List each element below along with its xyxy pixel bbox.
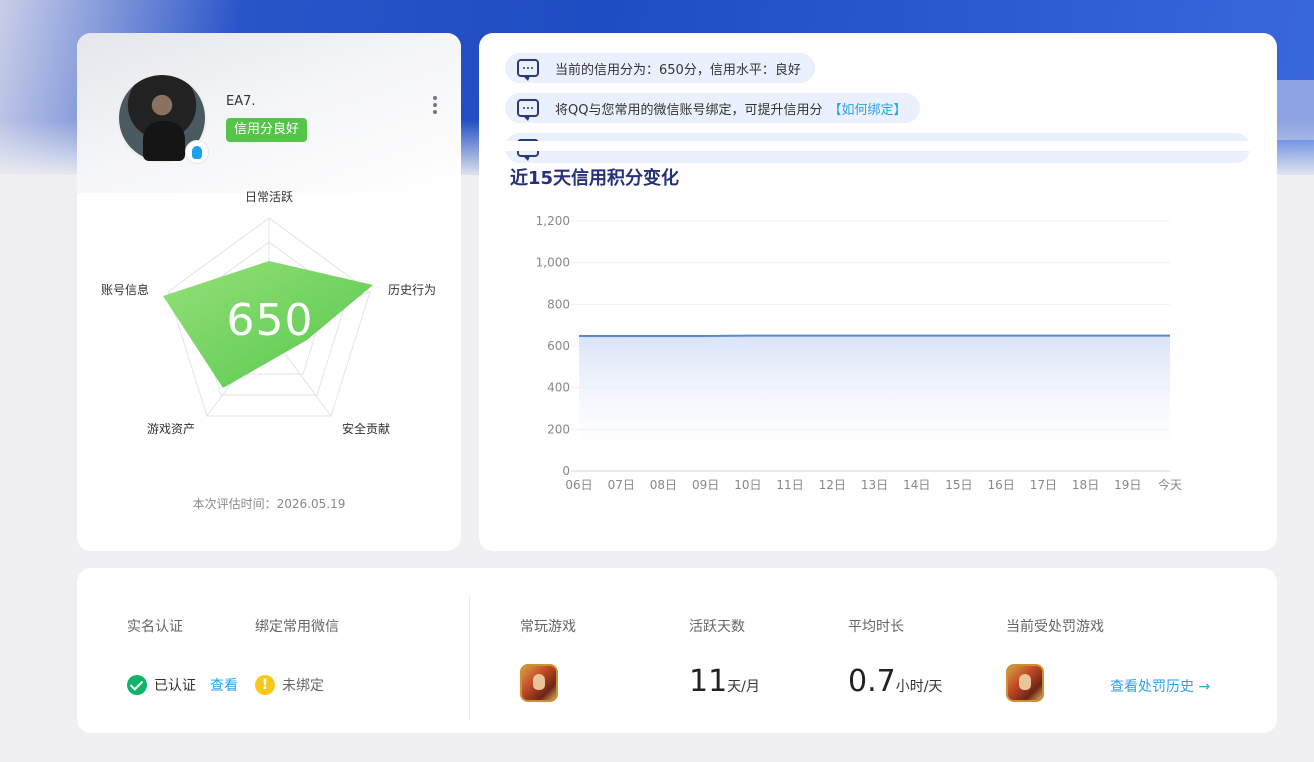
- average-duration-heading: 平均时长: [848, 619, 904, 635]
- wechat-binding-heading: 绑定常用微信: [255, 619, 339, 635]
- radar-label-history: 历史行为: [388, 283, 437, 297]
- radar-label-account-info: 账号信息: [101, 283, 150, 297]
- radar-label-daily-activity: 日常活跃: [245, 190, 294, 204]
- y-tick-label: 600: [547, 339, 570, 353]
- x-tick-label: 17日: [1030, 478, 1057, 492]
- x-tick-label: 12日: [819, 478, 846, 492]
- wechat-binding-status: ! 未绑定: [255, 675, 324, 695]
- x-tick-label: 今天: [1158, 477, 1182, 492]
- verification-status: 已认证 查看: [127, 675, 238, 695]
- active-days-stat: 11天/月: [689, 664, 760, 699]
- average-duration-stat: 0.7小时/天: [848, 664, 942, 699]
- username: EA7.: [226, 94, 256, 109]
- divider: [469, 596, 470, 720]
- penalized-game-icon[interactable]: [1006, 664, 1044, 702]
- average-duration-value: 0.7: [848, 664, 896, 699]
- x-tick-label: 19日: [1114, 478, 1141, 492]
- y-tick-label: 400: [547, 381, 570, 395]
- y-tick-label: 200: [547, 422, 570, 436]
- average-duration-unit: 小时/天: [895, 679, 943, 695]
- x-tick-label: 06日: [565, 478, 592, 492]
- favorite-game-icon[interactable]: [520, 664, 558, 702]
- stats-card: 实名认证 绑定常用微信 已认证 查看 ! 未绑定 常玩游戏 活跃天数 11天/月…: [77, 568, 1277, 733]
- evaluation-time: 本次评估时间：2026.05.19: [192, 497, 346, 511]
- check-circle-icon: [127, 675, 147, 695]
- favorite-game-heading: 常玩游戏: [520, 619, 576, 635]
- x-tick-label: 10日: [734, 478, 761, 492]
- y-tick-label: 800: [547, 297, 570, 311]
- credit-score: 650: [226, 295, 314, 346]
- y-tick-label: 1,200: [536, 214, 570, 228]
- x-tick-label: 08日: [650, 478, 677, 492]
- chart-card: 当前的信用分为：650分，信用水平：良好 将QQ与您常用的微信账号绑定，可提升信…: [479, 33, 1277, 551]
- warning-icon: !: [255, 675, 275, 695]
- series-area: [579, 335, 1170, 471]
- x-tick-label: 11日: [776, 478, 803, 492]
- active-days-heading: 活跃天数: [689, 619, 745, 635]
- y-tick-label: 0: [562, 464, 570, 478]
- radar-label-security: 安全贡献: [342, 422, 391, 436]
- verified-text: 已认证: [154, 678, 196, 694]
- qq-icon: [185, 140, 209, 164]
- credit-trend-chart: 0 200 400 600 800 1,000 1,200 06日 07日 08日 09日 10日 11…: [536, 214, 1182, 492]
- x-tick-label: 09日: [692, 478, 719, 492]
- y-tick-label: 1,000: [536, 256, 570, 270]
- x-tick-label: 14日: [903, 478, 930, 492]
- active-days-value: 11: [689, 664, 728, 699]
- radar-label-game-assets: 游戏资产: [147, 422, 196, 436]
- x-tick-label: 15日: [945, 478, 972, 492]
- profile-card: EA7. 信用分良好 日常活跃 历史行为 安全贡献 游戏资产 账号信息 650 …: [77, 33, 461, 551]
- penalty-history-link[interactable]: 查看处罚历史 →: [1110, 676, 1210, 696]
- x-tick-label: 07日: [608, 478, 635, 492]
- credit-level-badge: 信用分良好: [226, 118, 308, 142]
- x-tick-label: 18日: [1072, 478, 1099, 492]
- x-tick-label: 16日: [988, 478, 1015, 492]
- more-options-icon[interactable]: [427, 93, 443, 117]
- x-tick-label: 13日: [861, 478, 888, 492]
- penalized-game-heading: 当前受处罚游戏: [1006, 619, 1104, 635]
- active-days-unit: 天/月: [727, 679, 760, 695]
- view-verification-link[interactable]: 查看: [210, 675, 238, 695]
- real-name-heading: 实名认证: [127, 619, 183, 635]
- unbound-text: 未绑定: [282, 678, 324, 694]
